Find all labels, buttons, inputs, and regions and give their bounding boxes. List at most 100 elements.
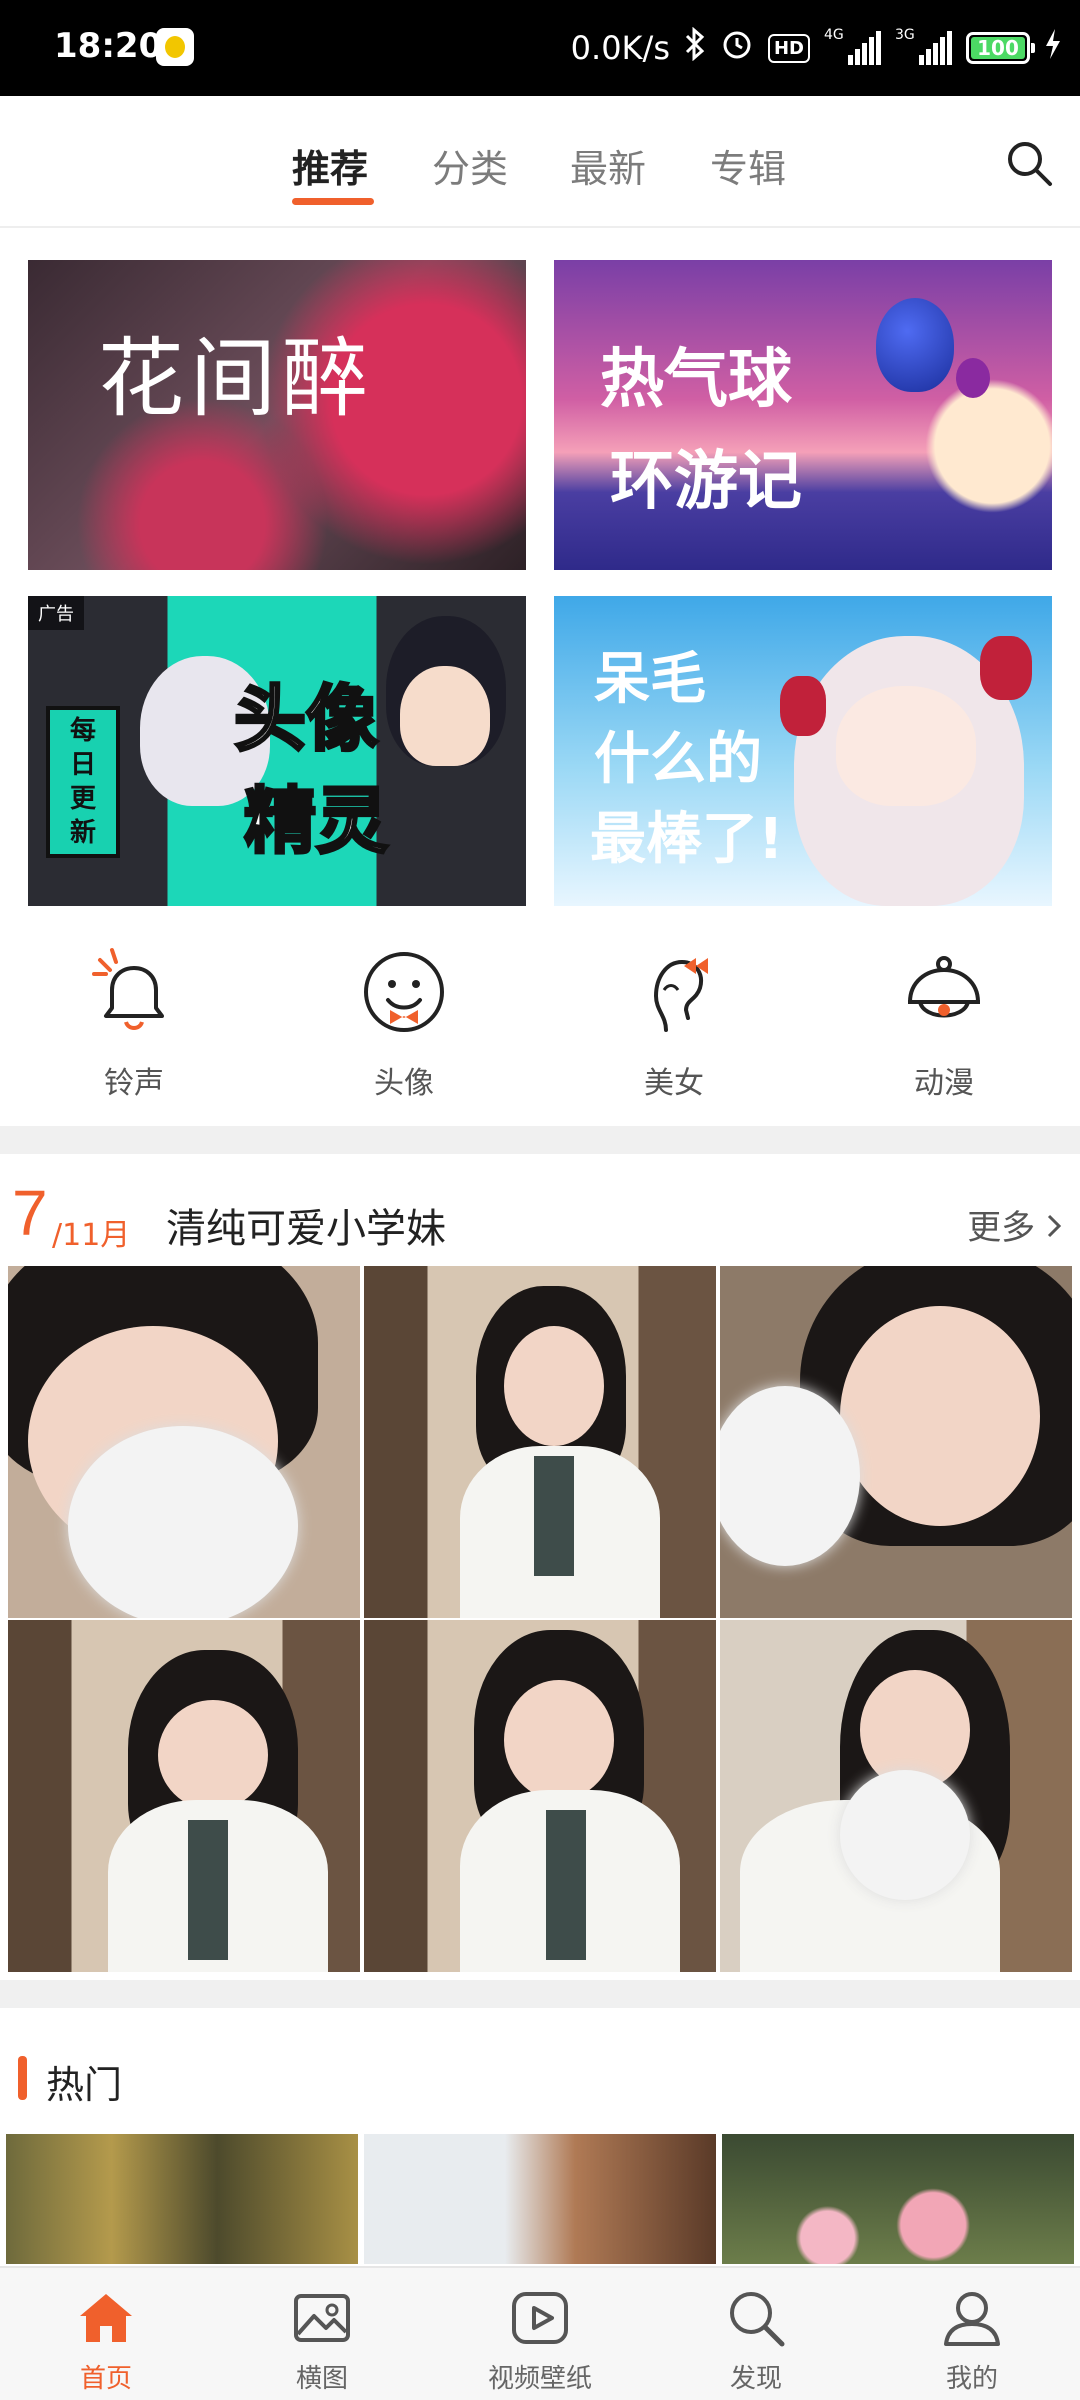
net-type-3g: 3G bbox=[895, 27, 915, 43]
ad-label: 广告 bbox=[28, 596, 84, 630]
search-icon[interactable] bbox=[1004, 138, 1054, 188]
banner-title-line2: 精灵 bbox=[242, 778, 389, 865]
photo-tile[interactable] bbox=[8, 1620, 360, 1972]
nav-label: 发现 bbox=[729, 2364, 782, 2394]
daily-title: 清纯可爱小学妹 bbox=[166, 1206, 446, 1252]
nav-profile[interactable]: 我的 bbox=[882, 2278, 1062, 2400]
tab-album[interactable]: 专辑 bbox=[710, 138, 786, 193]
signal-4g-icon: 4G bbox=[824, 27, 881, 65]
profile-icon bbox=[944, 2292, 1000, 2346]
banner-ahoge[interactable]: 呆毛 什么的 最棒了! bbox=[554, 596, 1052, 906]
banner-title-line3: 最棒了! bbox=[590, 807, 784, 872]
active-tab-indicator bbox=[292, 198, 374, 205]
photo-face bbox=[158, 1700, 268, 1810]
tab-category[interactable]: 分类 bbox=[432, 138, 508, 193]
daily-section-header: 7 /11月 清纯可爱小学妹 更多 bbox=[0, 1156, 1080, 1266]
banner-flower[interactable]: 花间醉 bbox=[28, 260, 526, 570]
woman-profile-icon bbox=[653, 958, 708, 1032]
smiley-face-icon bbox=[364, 952, 444, 1032]
tab-recommend[interactable]: 推荐 bbox=[292, 138, 368, 193]
daily-update-tag: 每日更新 bbox=[46, 706, 120, 858]
date-day: 7 bbox=[12, 1177, 48, 1249]
image-icon bbox=[294, 2294, 350, 2342]
battery-icon: 100 bbox=[966, 32, 1035, 64]
net-type-4g: 4G bbox=[824, 27, 844, 43]
bottom-nav-bar: 首页 横图 视频壁纸 发现 我的 bbox=[0, 2266, 1080, 2400]
banner-avatar-ad[interactable]: 广告 每日更新 头像 精灵 bbox=[28, 596, 526, 906]
category-beauty[interactable]: 美女 bbox=[594, 944, 754, 1114]
charging-icon bbox=[1044, 27, 1062, 69]
banner-title-line1: 呆毛 bbox=[594, 647, 706, 712]
nav-home[interactable]: 首页 bbox=[16, 2278, 196, 2400]
tab-latest[interactable]: 最新 bbox=[570, 138, 646, 193]
top-tab-bar: 推荐 分类 最新 专辑 bbox=[0, 96, 1080, 228]
hair-ribbon-right bbox=[980, 636, 1032, 700]
nav-landscape[interactable]: 横图 bbox=[232, 2278, 412, 2400]
date-month: /11月 bbox=[52, 1218, 131, 1253]
nav-label: 我的 bbox=[945, 2364, 998, 2394]
banner-title-line1: 头像 bbox=[232, 676, 379, 763]
status-time: 18:20 bbox=[54, 26, 163, 66]
hair-ribbon-left bbox=[780, 676, 826, 736]
balloon-image bbox=[876, 298, 954, 392]
nav-label: 横图 bbox=[295, 2364, 348, 2394]
bell-icon bbox=[92, 948, 164, 1030]
video-play-icon bbox=[512, 2292, 568, 2344]
banner-title-line2: 什么的 bbox=[594, 727, 762, 792]
photo-tile[interactable] bbox=[364, 1266, 716, 1618]
photo-collar bbox=[188, 1820, 228, 1960]
photo-tile[interactable] bbox=[8, 1266, 360, 1618]
category-label: 铃声 bbox=[104, 1066, 164, 1101]
signal-3g-icon: 3G bbox=[895, 27, 952, 65]
balloon-image-small bbox=[956, 358, 990, 398]
battery-level: 100 bbox=[977, 36, 1019, 60]
photo-collar bbox=[546, 1810, 586, 1960]
category-ringtone[interactable]: 铃声 bbox=[54, 944, 214, 1114]
banner-title: 花间醉 bbox=[98, 329, 374, 429]
photo-tile[interactable] bbox=[720, 1266, 1072, 1618]
anime-girl-face bbox=[836, 686, 976, 806]
photo-face bbox=[840, 1306, 1040, 1526]
discover-search-icon bbox=[730, 2292, 785, 2347]
hot-section-header: 热门 bbox=[0, 2032, 1080, 2122]
white-cat-image bbox=[840, 1770, 970, 1900]
more-link[interactable]: 更多 bbox=[967, 1200, 1062, 1249]
section-divider bbox=[0, 1980, 1080, 2008]
more-label: 更多 bbox=[967, 1208, 1036, 1248]
banner-hot-air-balloon[interactable]: 热气球 环游记 bbox=[554, 260, 1052, 570]
banner-title-line1: 热气球 bbox=[600, 343, 792, 417]
net-speed: 0.0K/s bbox=[570, 29, 670, 67]
category-label: 美女 bbox=[644, 1066, 704, 1101]
hot-title: 热门 bbox=[46, 2063, 123, 2107]
nav-label: 首页 bbox=[79, 2364, 132, 2394]
category-avatar[interactable]: 头像 bbox=[324, 944, 484, 1114]
nav-video-wallpaper[interactable]: 视频壁纸 bbox=[450, 2278, 630, 2400]
status-indicators: 0.0K/s HD 4G 3G 100 bbox=[571, 22, 1062, 74]
photo-face bbox=[504, 1326, 604, 1446]
category-label: 动漫 bbox=[914, 1066, 974, 1101]
photo-face bbox=[504, 1680, 614, 1800]
section-marker bbox=[18, 2056, 27, 2100]
hot-thumbnail[interactable] bbox=[6, 2134, 358, 2264]
photo-tile[interactable] bbox=[720, 1620, 1072, 1972]
nav-discover[interactable]: 发现 bbox=[666, 2278, 846, 2400]
photo-collar bbox=[534, 1456, 574, 1576]
anime-bell-icon bbox=[908, 956, 980, 1018]
section-divider bbox=[0, 1126, 1080, 1154]
hd-badge: HD bbox=[767, 33, 810, 63]
app-notification-icon bbox=[156, 28, 194, 66]
hot-thumbnail[interactable] bbox=[722, 2134, 1074, 2264]
alarm-icon bbox=[720, 27, 754, 69]
white-cat-image bbox=[720, 1386, 860, 1566]
category-anime[interactable]: 动漫 bbox=[864, 944, 1024, 1114]
bluetooth-icon bbox=[684, 26, 706, 69]
status-bar: 18:20 0.0K/s HD 4G 3G 100 bbox=[0, 0, 1080, 96]
photo-tile[interactable] bbox=[364, 1620, 716, 1972]
hot-thumbnail[interactable] bbox=[364, 2134, 716, 2264]
white-cat-image bbox=[68, 1426, 298, 1618]
category-label: 头像 bbox=[374, 1066, 434, 1101]
banner-title-line2: 环游记 bbox=[610, 445, 802, 519]
home-icon bbox=[80, 2294, 132, 2342]
anime-girl-face bbox=[400, 666, 490, 766]
chevron-right-icon bbox=[1047, 1214, 1062, 1238]
